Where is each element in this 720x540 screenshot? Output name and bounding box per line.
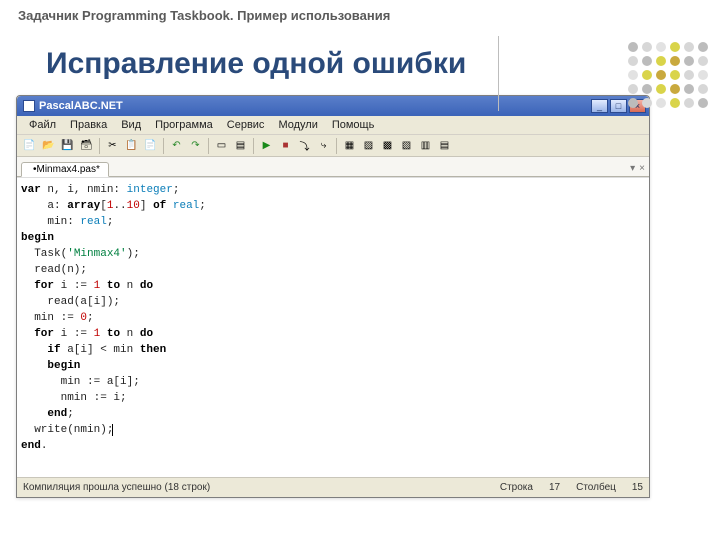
menu-modules[interactable]: Модули <box>272 118 323 132</box>
run-icon[interactable]: ▶ <box>258 137 275 154</box>
module-icon-4[interactable]: ▧ <box>398 137 415 154</box>
tab-close-icon[interactable]: × <box>639 163 645 174</box>
toolbar-separator <box>336 138 337 154</box>
toolbar-separator <box>163 138 164 154</box>
menu-view[interactable]: Вид <box>115 118 147 132</box>
stop-icon[interactable]: ■ <box>277 137 294 154</box>
status-col-value: 15 <box>632 482 643 493</box>
app-icon <box>23 100 35 112</box>
new-file-icon[interactable]: 📄 <box>21 137 38 154</box>
status-col-label: Столбец <box>576 482 616 493</box>
tab-label: •Minmax4.pas* <box>33 164 100 175</box>
toolbar-separator <box>99 138 100 154</box>
status-line-label: Строка <box>500 482 533 493</box>
step-over-icon[interactable]: ⤷ <box>315 137 332 154</box>
properties-icon[interactable]: ▤ <box>232 137 249 154</box>
module-icon-2[interactable]: ▨ <box>360 137 377 154</box>
redo-icon[interactable]: ↷ <box>187 137 204 154</box>
menu-help[interactable]: Помощь <box>326 118 381 132</box>
titlebar: PascalABC.NET _ □ × <box>17 96 649 116</box>
save-all-icon[interactable]: 🗃 <box>78 137 95 154</box>
undo-icon[interactable]: ↶ <box>168 137 185 154</box>
status-message: Компиляция прошла успешно (18 строк) <box>23 482 210 493</box>
toolbar-separator <box>208 138 209 154</box>
slide-title: Исправление одной ошибки <box>0 23 720 95</box>
code-editor[interactable]: var n, i, nmin: integer; a: array[1..10]… <box>17 177 649 477</box>
toolbar-separator <box>253 138 254 154</box>
status-line-value: 17 <box>549 482 560 493</box>
toolbar: 📄 📂 💾 🗃 ✂ 📋 📄 ↶ ↷ ▭ ▤ ▶ ■ ⤵ ⤷ ▦ ▨ ▩ ▧ ▥ … <box>17 135 649 157</box>
divider-line <box>498 36 499 111</box>
tab-file[interactable]: •Minmax4.pas* <box>21 162 109 177</box>
tab-strip: •Minmax4.pas* ▾ × <box>17 157 649 177</box>
module-icon-1[interactable]: ▦ <box>341 137 358 154</box>
titlebar-label: PascalABC.NET <box>39 100 591 112</box>
menu-program[interactable]: Программа <box>149 118 219 132</box>
tab-dropdown-icon[interactable]: ▾ <box>630 163 635 174</box>
module-icon-6[interactable]: ▤ <box>436 137 453 154</box>
decorative-dots <box>628 42 708 108</box>
copy-icon[interactable]: 📋 <box>123 137 140 154</box>
step-into-icon[interactable]: ⤵ <box>296 137 313 154</box>
menu-edit[interactable]: Правка <box>64 118 113 132</box>
ide-window: PascalABC.NET _ □ × Файл Правка Вид Прог… <box>16 95 650 498</box>
slide-header: Задачник Programming Taskbook. Пример ис… <box>0 0 720 23</box>
new-form-icon[interactable]: ▭ <box>213 137 230 154</box>
save-icon[interactable]: 💾 <box>59 137 76 154</box>
cut-icon[interactable]: ✂ <box>104 137 121 154</box>
module-icon-3[interactable]: ▩ <box>379 137 396 154</box>
maximize-button[interactable]: □ <box>610 99 627 113</box>
menu-service[interactable]: Сервис <box>221 118 271 132</box>
menu-file[interactable]: Файл <box>23 118 62 132</box>
menubar: Файл Правка Вид Программа Сервис Модули … <box>17 116 649 135</box>
statusbar: Компиляция прошла успешно (18 строк) Стр… <box>17 477 649 497</box>
minimize-button[interactable]: _ <box>591 99 608 113</box>
module-icon-5[interactable]: ▥ <box>417 137 434 154</box>
open-file-icon[interactable]: 📂 <box>40 137 57 154</box>
paste-icon[interactable]: 📄 <box>142 137 159 154</box>
